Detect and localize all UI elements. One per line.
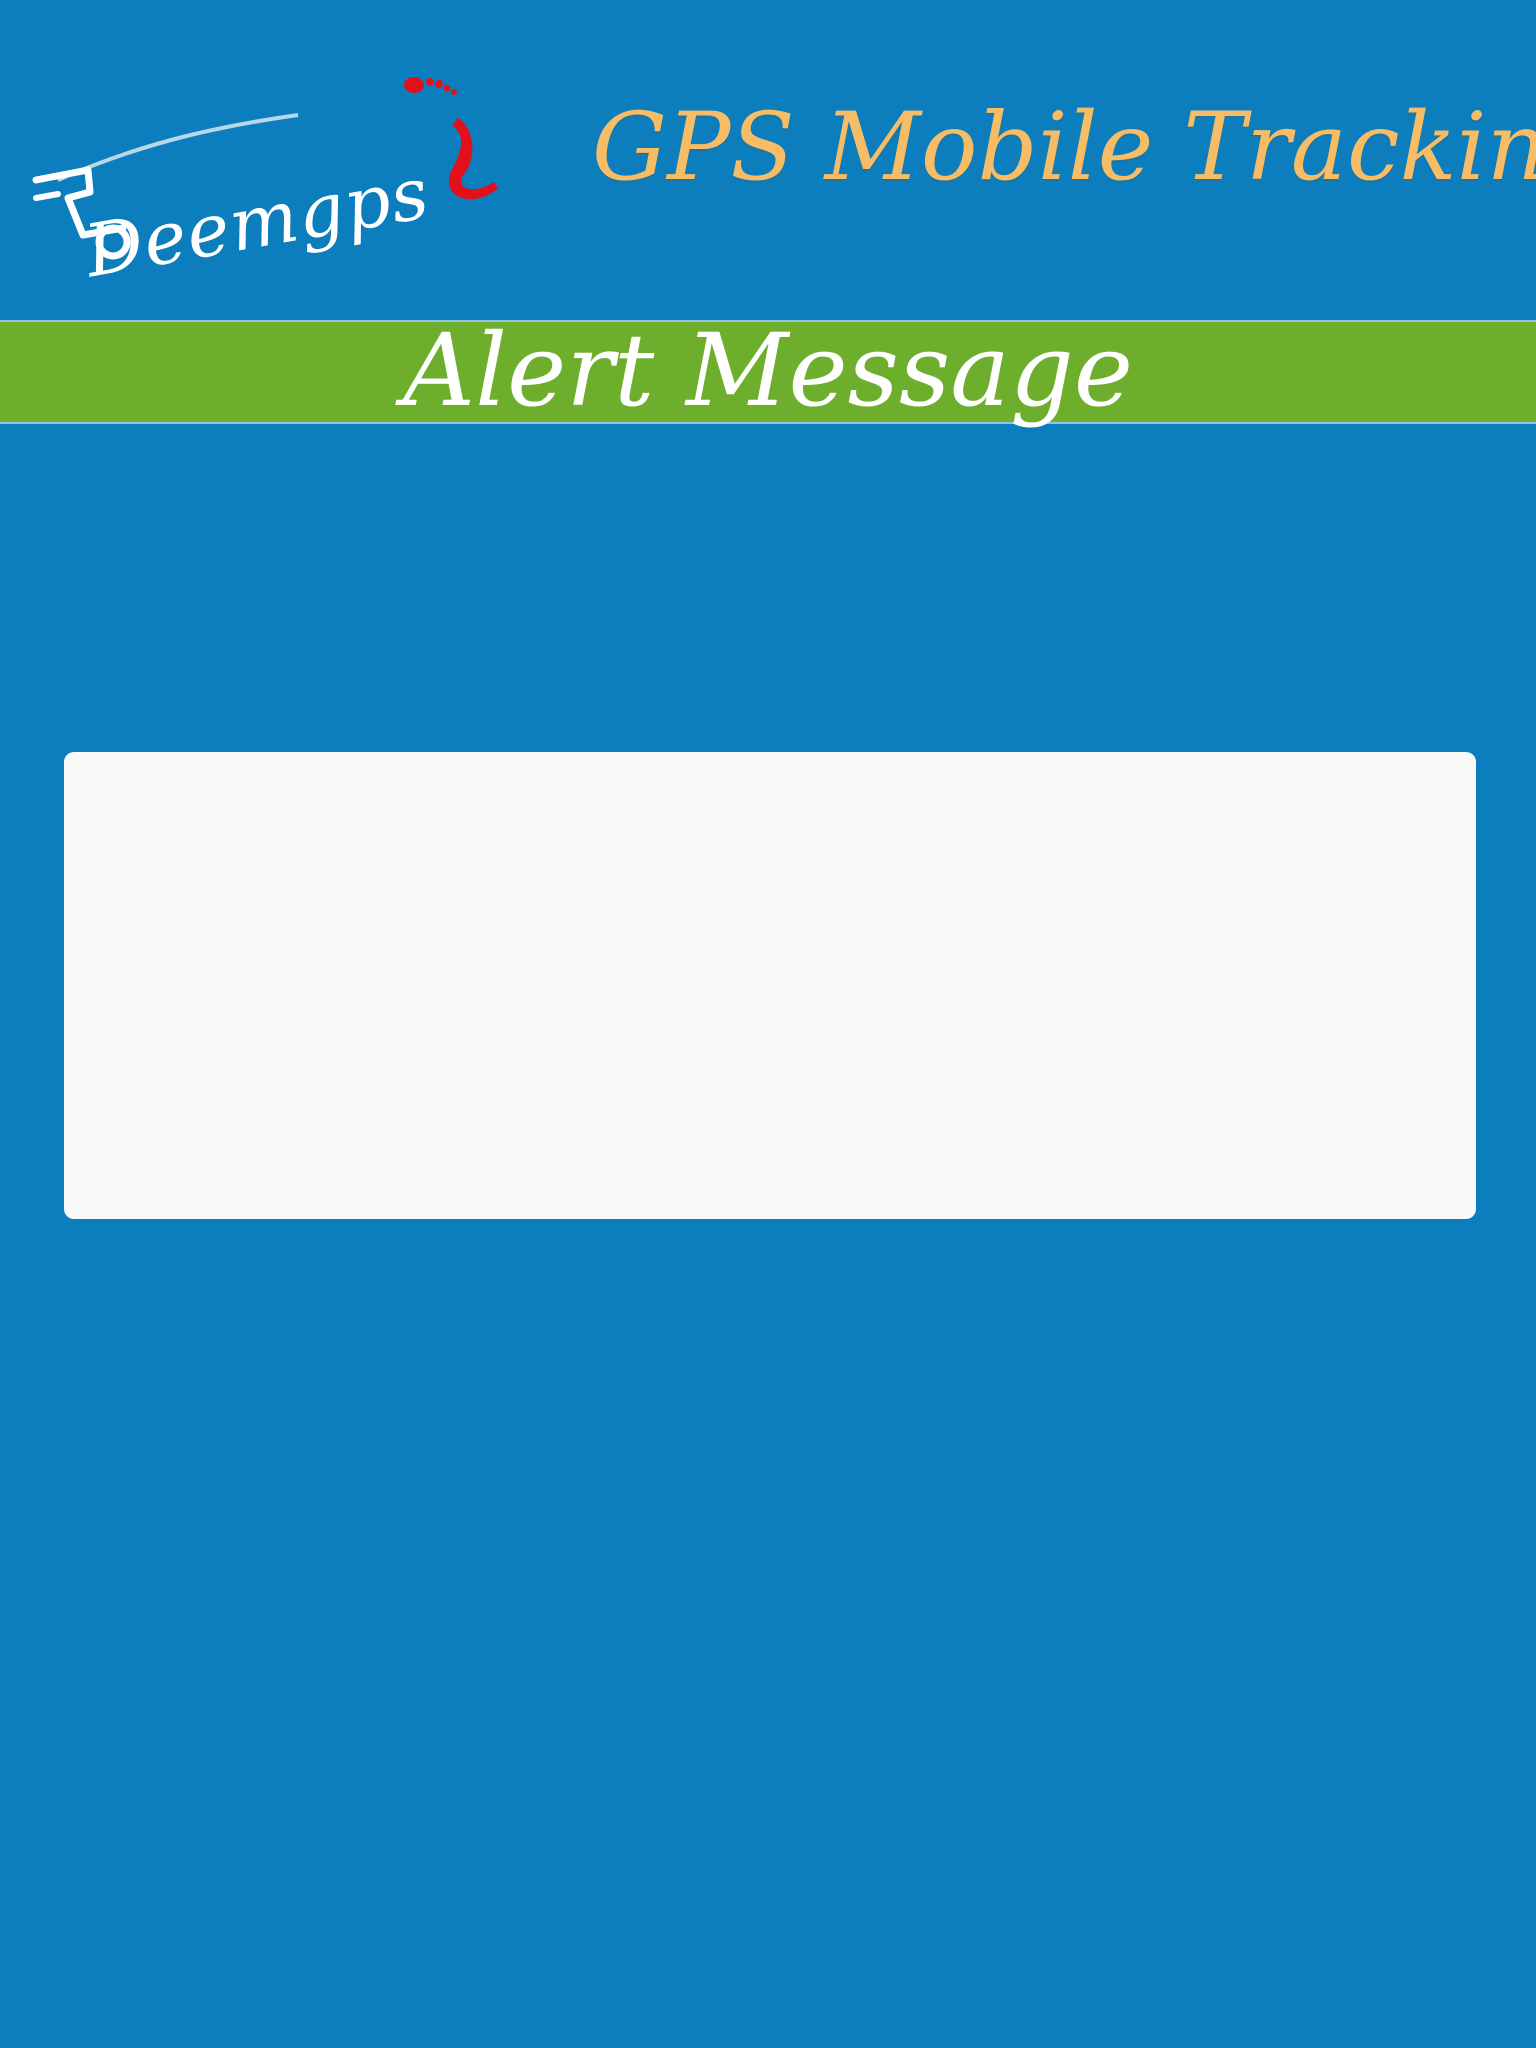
page-title: Alert Message: [402, 312, 1134, 429]
page-title-bar: Alert Message: [0, 316, 1536, 426]
deemgps-logo: Deemgps: [28, 70, 508, 293]
app-header: Deemgps GPS Mobile Tracking: [0, 0, 1536, 318]
app-title: GPS Mobile Tracking: [592, 93, 1536, 202]
alert-message-panel: [64, 752, 1476, 1219]
